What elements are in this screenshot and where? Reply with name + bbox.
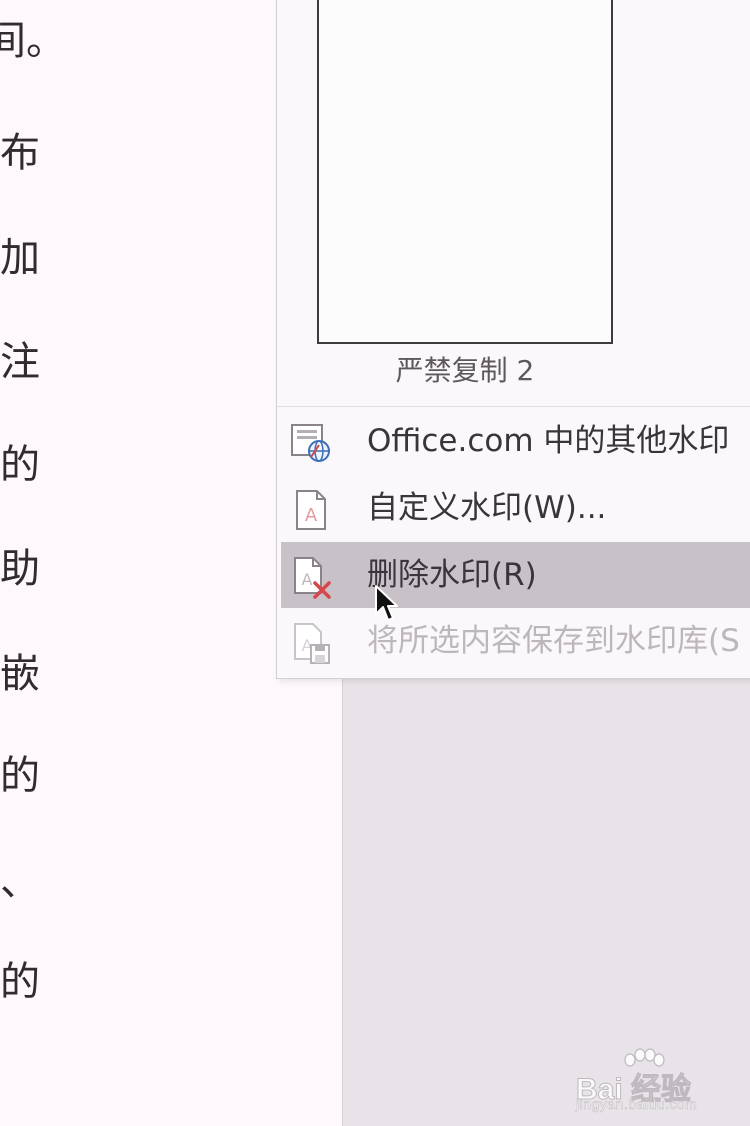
custom-watermark-icon: A — [289, 488, 333, 532]
baidu-jingyan-watermark: Bai 经验 jingyan.baidu.com — [574, 1048, 744, 1112]
watermark-dropdown-menu: 严禁复制 2 Office.com 中的其他水印 A 自定义水印(W)... A… — [276, 0, 750, 679]
menu-item-label: 自定义水印(W)... — [367, 490, 607, 526]
document-text-line: 布 — [0, 130, 40, 176]
baidu-jingyan-url: jingyan.baidu.com — [576, 1096, 698, 1113]
document-text-line: 注 — [0, 339, 40, 385]
menu-item-save-to-watermark-gallery: A 将所选内容保存到水印库(S — [281, 608, 750, 674]
document-text-line: 嵌 — [0, 651, 40, 697]
watermark-thumbnail-caption: 严禁复制 2 — [395, 354, 535, 387]
menu-separator — [277, 406, 750, 407]
menu-item-office-watermarks[interactable]: Office.com 中的其他水印 — [281, 408, 750, 474]
document-text-line: 间。 — [0, 18, 66, 64]
menu-item-custom-watermark[interactable]: A 自定义水印(W)... — [281, 475, 750, 541]
document-text-line: 助 — [0, 546, 40, 592]
svg-text:A: A — [302, 570, 313, 589]
document-text-line: 加 — [0, 235, 40, 281]
svg-text:A: A — [305, 505, 318, 526]
mouse-pointer-icon — [375, 585, 398, 621]
document-text-line: 的 — [0, 959, 40, 1005]
document-text-line: 的 — [0, 442, 40, 488]
document-text-line: 的 — [0, 753, 40, 799]
menu-item-remove-watermark[interactable]: A 删除水印(R) — [281, 542, 750, 608]
menu-item-label: 将所选内容保存到水印库(S — [367, 623, 740, 659]
remove-watermark-icon: A — [289, 555, 333, 599]
watermark-gallery: 严禁复制 2 — [277, 0, 750, 406]
document-text-line: 、 — [0, 859, 40, 905]
watermark-thumbnail[interactable] — [317, 0, 613, 344]
save-to-gallery-icon: A — [289, 621, 333, 665]
watermark-web-icon — [289, 421, 333, 465]
menu-item-label: Office.com 中的其他水印 — [367, 423, 730, 459]
